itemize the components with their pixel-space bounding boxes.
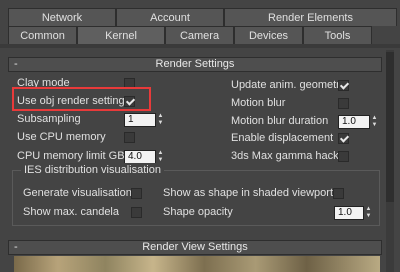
tab-common[interactable]: Common	[8, 26, 77, 44]
collapse-icon[interactable]: -	[14, 58, 18, 71]
tab-divider	[0, 44, 400, 48]
update-anim-geometry-label: Update anim. geometry	[231, 79, 346, 91]
cpu-memory-limit-label: CPU memory limit GB	[17, 150, 125, 162]
render-settings-title: Render Settings	[155, 58, 235, 70]
update-anim-geometry-checkbox[interactable]	[338, 80, 349, 91]
shape-opacity-label: Shape opacity	[163, 206, 233, 218]
tab-row-top: Network Account Render Elements	[8, 8, 397, 26]
show-max-candela-label: Show max. candela	[23, 206, 119, 218]
tab-network[interactable]: Network	[8, 8, 116, 26]
tab-account[interactable]: Account	[116, 8, 224, 26]
gamma-hack-label: 3ds Max gamma hack	[231, 150, 339, 162]
generate-visualisation-label: Generate visualisation	[23, 187, 132, 199]
cpu-memory-limit-field[interactable]: 4.0	[124, 150, 156, 164]
enable-displacement-checkbox[interactable]	[338, 133, 349, 144]
motion-blur-duration-label: Motion blur duration	[231, 115, 329, 127]
tab-tools[interactable]: Tools	[303, 26, 372, 44]
motion-blur-duration-spinner[interactable]: ▲ ▼	[371, 115, 378, 129]
motion-blur-checkbox[interactable]	[338, 98, 349, 109]
show-max-candela-checkbox[interactable]	[131, 207, 142, 218]
subsampling-label: Subsampling	[17, 113, 81, 125]
shape-opacity-spinner[interactable]: ▲ ▼	[365, 206, 372, 220]
cpu-memory-limit-spinner[interactable]: ▲ ▼	[157, 150, 164, 164]
tab-camera[interactable]: Camera	[165, 26, 234, 44]
use-cpu-memory-checkbox[interactable]	[124, 132, 135, 143]
gamma-hack-checkbox[interactable]	[338, 151, 349, 162]
tab-kernel[interactable]: Kernel	[77, 26, 165, 44]
motion-blur-duration-field[interactable]: 1.0	[338, 115, 370, 129]
use-cpu-memory-label: Use CPU memory	[17, 131, 106, 143]
render-settings-rollout-header[interactable]: - Render Settings	[8, 57, 382, 72]
scrollbar-thumb[interactable]	[386, 52, 394, 202]
tab-row-bottom: Common Kernel Camera Devices Tools	[8, 26, 372, 44]
enable-displacement-label: Enable displacement	[231, 132, 334, 144]
tab-render-elements[interactable]: Render Elements	[224, 8, 397, 26]
render-view-settings-title: Render View Settings	[142, 241, 248, 253]
show-as-shape-checkbox[interactable]	[333, 188, 344, 199]
render-view-settings-rollout-header[interactable]: - Render View Settings	[8, 240, 382, 255]
motion-blur-label: Motion blur	[231, 97, 286, 109]
generate-visualisation-checkbox[interactable]	[131, 188, 142, 199]
show-as-shape-label: Show as shape in shaded viewports	[163, 187, 339, 199]
render-view-preview-image	[14, 256, 380, 272]
shape-opacity-field[interactable]: 1.0	[334, 206, 364, 220]
collapse-icon[interactable]: -	[14, 241, 18, 254]
ies-group-title: IES distribution visualisation	[21, 163, 164, 177]
tab-devices[interactable]: Devices	[234, 26, 303, 44]
subsampling-field[interactable]: 1	[124, 113, 156, 127]
subsampling-spinner[interactable]: ▲ ▼	[157, 113, 164, 127]
highlight-box	[12, 87, 151, 111]
